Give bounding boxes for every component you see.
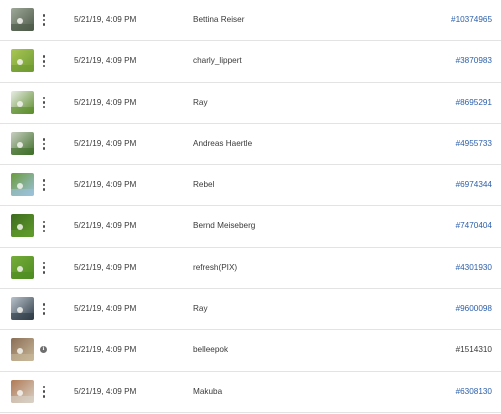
table-row[interactable]: 5/21/19, 4:09 PM Ray #8695291	[0, 83, 501, 124]
info-icon[interactable]: i	[40, 346, 47, 354]
more-options-icon[interactable]	[38, 175, 50, 195]
thumbnail-image[interactable]	[11, 8, 34, 31]
table-row[interactable]: 5/21/19, 4:09 PM Rebel #6974344	[0, 165, 501, 207]
author-name: Bettina Reiser	[193, 15, 245, 24]
asset-id-text: #1514310	[455, 345, 492, 355]
author-name: Bernd Meiseberg	[193, 221, 256, 231]
more-options-icon[interactable]	[38, 216, 50, 236]
table-row[interactable]: 5/21/19, 4:09 PM charly_lippert #3870983	[0, 41, 501, 83]
table-row[interactable]: 5/21/19, 4:09 PM Makuba #6308130	[0, 372, 501, 413]
date-text: 5/21/19, 4:09 PM	[74, 138, 137, 148]
author-name: Rebel	[193, 180, 215, 190]
author-name: refresh(PIX)	[193, 262, 238, 272]
more-options-icon[interactable]	[38, 299, 50, 319]
asset-id-link[interactable]: #7470404	[456, 206, 492, 246]
date-text: 5/21/19, 4:09 PM	[74, 180, 137, 190]
asset-id-link[interactable]: #4955733	[456, 124, 492, 164]
table-row[interactable]: 5/21/19, 4:09 PM Bettina Reiser #10374965	[0, 0, 501, 42]
date-text: 5/21/19, 4:09 PM	[74, 262, 137, 272]
table-row[interactable]: 5/21/19, 4:09 PM Ray #9600098	[0, 289, 501, 331]
thumbnail-image[interactable]	[11, 214, 34, 238]
more-options-icon[interactable]	[38, 382, 50, 402]
asset-id-link[interactable]: #6308130	[456, 372, 492, 412]
table-row[interactable]: 5/21/19, 4:09 PM Bernd Meiseberg #7470404	[0, 206, 501, 248]
date-text: 5/21/19, 4:09 PM	[74, 221, 137, 231]
asset-list: 5/21/19, 4:09 PM Bettina Reiser #10374965 5…	[0, 0, 501, 413]
more-options-icon[interactable]	[38, 10, 50, 30]
author-name: charly_lippert	[193, 56, 242, 66]
more-options-icon[interactable]	[38, 258, 50, 278]
date-text: 5/21/19, 4:09 PM	[74, 97, 137, 107]
table-row[interactable]: 5/21/19, 4:09 PM Andreas Haertle #4955733	[0, 124, 501, 166]
more-options-icon[interactable]	[38, 134, 50, 154]
asset-id-link[interactable]: #10374965	[451, 0, 492, 40]
asset-id-link[interactable]: #9600098	[456, 289, 492, 329]
author-name: belleepok	[193, 345, 229, 355]
date-text: 5/21/19, 4:09 PM	[74, 15, 137, 24]
asset-id-link[interactable]: #4301930	[456, 248, 492, 288]
asset-id-link[interactable]: #8695291	[456, 83, 492, 123]
more-options-icon[interactable]	[38, 51, 50, 71]
thumbnail-image[interactable]	[11, 379, 34, 403]
date-text: 5/21/19, 4:09 PM	[74, 386, 137, 396]
table-row[interactable]: i 5/21/19, 4:09 PM belleepok #1514310	[0, 330, 501, 372]
author-name: Andreas Haertle	[193, 138, 253, 148]
asset-id-link[interactable]: #6974344	[456, 165, 492, 205]
date-text: 5/21/19, 4:09 PM	[74, 345, 137, 355]
date-text: 5/21/19, 4:09 PM	[74, 304, 137, 314]
table-row[interactable]: 5/21/19, 4:09 PM refresh(PIX) #4301930	[0, 248, 501, 290]
date-text: 5/21/19, 4:09 PM	[74, 56, 137, 66]
thumbnail-image[interactable]	[11, 90, 34, 114]
thumbnail-image[interactable]	[11, 49, 34, 73]
author-name: Makuba	[193, 386, 223, 396]
thumbnail-image[interactable]	[11, 173, 34, 197]
author-name: Ray	[193, 97, 208, 107]
thumbnail-image[interactable]	[11, 255, 34, 279]
asset-id-link[interactable]: #3870983	[456, 41, 492, 81]
thumbnail-image[interactable]	[11, 131, 34, 155]
thumbnail-image[interactable]	[11, 338, 34, 362]
author-name: Ray	[193, 304, 208, 314]
thumbnail-image[interactable]	[11, 297, 34, 321]
more-options-icon[interactable]	[38, 93, 50, 113]
